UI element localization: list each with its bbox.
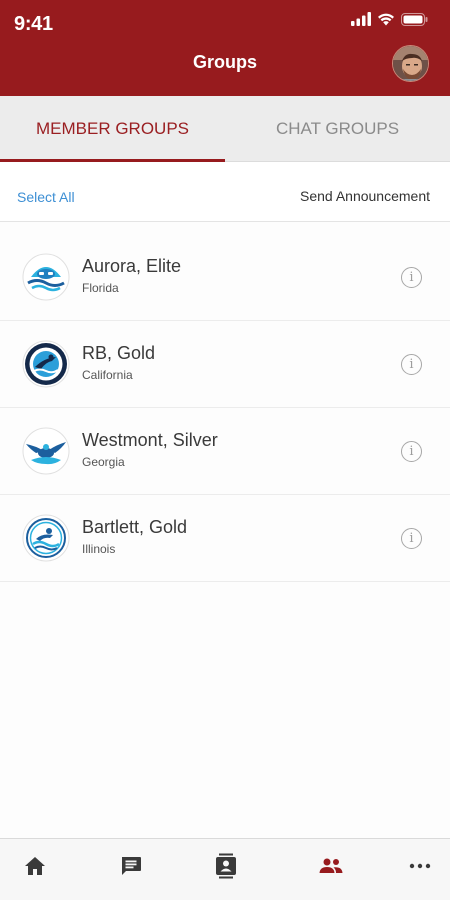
group-location: Florida (82, 281, 119, 295)
group-tabs: MEMBER GROUPS CHAT GROUPS (0, 96, 450, 162)
status-time: 9:41 (14, 13, 53, 35)
list-item[interactable]: Bartlett, Gold Illinois i (0, 495, 450, 582)
group-name: Aurora, Elite (82, 256, 182, 276)
group-name: RB, Gold (82, 343, 156, 363)
list-item[interactable]: Aurora, Elite Florida i (0, 234, 450, 321)
home-icon (25, 857, 45, 875)
list-item[interactable]: RB, Gold California i (0, 321, 450, 408)
aurora-logo-icon (22, 253, 70, 301)
avatar-image (393, 46, 428, 81)
select-all-link[interactable]: Select All (17, 189, 75, 205)
group-name: Bartlett, Gold (82, 517, 188, 537)
groups-icon (319, 858, 343, 873)
info-icon[interactable]: i (401, 441, 422, 462)
nav-contacts[interactable] (212, 853, 240, 879)
info-icon[interactable]: i (401, 528, 422, 549)
groups-list: Aurora, Elite Florida i RB, Gold Califor… (0, 234, 450, 582)
more-icon (409, 863, 431, 869)
group-location: Illinois (82, 542, 116, 556)
nav-home[interactable] (21, 853, 49, 879)
westmont-logo-icon (22, 427, 70, 475)
group-location: Georgia (82, 455, 125, 469)
info-icon[interactable]: i (401, 354, 422, 375)
wifi-icon (378, 13, 394, 26)
bottom-nav (0, 838, 450, 900)
contacts-icon (216, 853, 236, 879)
tab-member-groups[interactable]: MEMBER GROUPS (0, 96, 225, 162)
nav-chat[interactable] (117, 853, 145, 879)
send-announcement-button[interactable]: Send Announcement (300, 188, 430, 204)
group-location: California (82, 368, 133, 382)
nav-more[interactable] (406, 853, 434, 879)
signal-icon (351, 12, 371, 26)
chat-icon (122, 857, 141, 875)
list-item[interactable]: Westmont, Silver Georgia i (0, 408, 450, 495)
group-name: Westmont, Silver (82, 430, 218, 450)
app-header: 9:41 Groups (0, 0, 450, 96)
tab-chat-groups[interactable]: CHAT GROUPS (225, 96, 450, 161)
page-title: Groups (192, 52, 257, 72)
status-icons (351, 12, 428, 26)
info-icon[interactable]: i (401, 267, 422, 288)
rb-logo-icon (22, 340, 70, 388)
avatar[interactable] (392, 45, 429, 82)
actions-bar: Select All Send Announcement (0, 162, 450, 222)
bartlett-logo-icon (22, 514, 70, 562)
nav-groups[interactable] (317, 853, 345, 879)
battery-icon (401, 12, 428, 26)
